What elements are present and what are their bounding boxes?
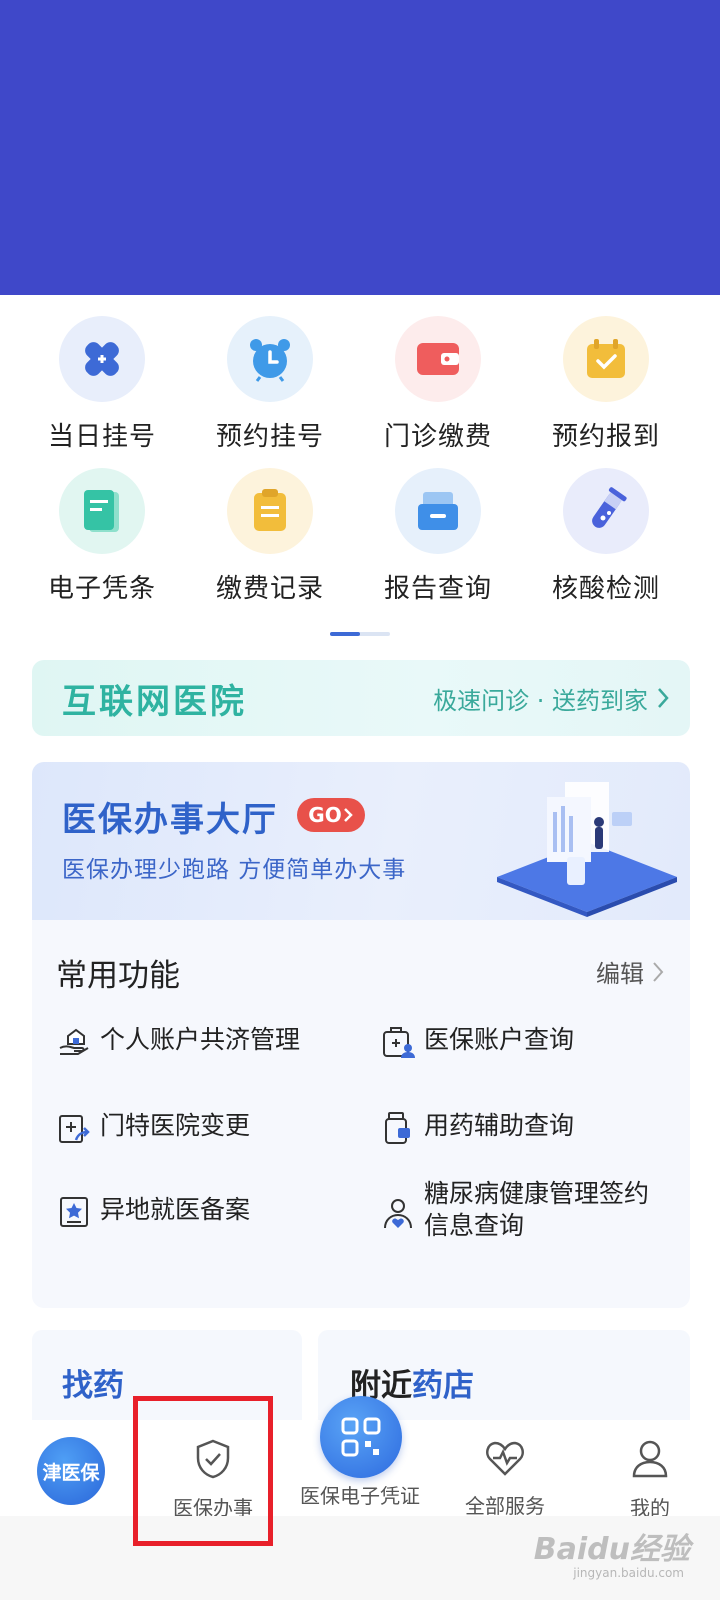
tianjin-insurance-logo[interactable]: 津医保 [37, 1437, 105, 1505]
chevron-right-icon [658, 688, 669, 708]
test-tube-icon [563, 468, 649, 554]
common-functions-title: 常用功能 [56, 958, 180, 994]
grid-item-appointment-registration[interactable]: 预约挂号 [184, 316, 356, 453]
page-indicator [330, 632, 390, 636]
grid-label: 预约报到 [551, 422, 660, 452]
grid-item-electronic-receipt[interactable]: 电子凭条 [16, 468, 188, 605]
receipt-icon [59, 468, 145, 554]
common-functions-panel: 常用功能 编辑 个人账户共济管理 医保账户查询 门特医院变更 用药辅助查询 异地… [32, 920, 690, 1308]
func-insurance-account-query[interactable]: 医保账户查询 [380, 1024, 574, 1060]
page-indicator-active [330, 632, 360, 636]
edit-button[interactable]: 编辑 [596, 954, 664, 989]
grid-label: 当日挂号 [47, 422, 156, 452]
grid-label: 预约挂号 [215, 422, 324, 452]
office-illustration [497, 782, 677, 917]
grid-label: 核酸检测 [551, 574, 660, 604]
go-badge[interactable]: GO [297, 798, 365, 832]
grid-label: 电子凭条 [47, 574, 156, 604]
func-label: 异地就医备案 [100, 1195, 251, 1224]
hand-house-icon [59, 1028, 89, 1055]
internet-hospital-subtitle: 极速问诊 · 送药到家 [433, 681, 670, 716]
grid-item-payment-records[interactable]: 缴费记录 [184, 468, 356, 605]
go-badge-label: GO [308, 803, 342, 827]
func-personal-account-mutual-aid[interactable]: 个人账户共济管理 [56, 1024, 300, 1060]
tab-all-services[interactable]: 全部服务 [435, 1438, 575, 1519]
func-label: 糖尿病健康管理签约信息查询 [424, 1179, 650, 1240]
nearby-pharmacy-title-b: 药店 [412, 1368, 474, 1404]
medicine-bottle-icon [385, 1112, 410, 1144]
grid-label: 门诊缴费 [383, 422, 492, 452]
func-label: 个人账户共济管理 [100, 1025, 301, 1054]
insurance-office-banner[interactable]: 医保办事大厅 GO 医保办理少跑路 方便简单办大事 [32, 762, 690, 920]
header-banner [0, 0, 720, 295]
report-tray-icon [395, 468, 481, 554]
grid-item-appointment-checkin[interactable]: 预约报到 [520, 316, 692, 453]
user-icon [632, 1440, 668, 1478]
highlight-annotation-box [133, 1396, 273, 1546]
wallet-icon [395, 316, 481, 402]
calendar-check-icon [563, 316, 649, 402]
medical-kit-user-icon [383, 1027, 415, 1058]
chevron-right-icon [653, 961, 664, 982]
grid-label: 报告查询 [383, 574, 492, 604]
func-out-of-town-medical-filing[interactable]: 异地就医备案 [56, 1194, 250, 1230]
grid-item-same-day-registration[interactable]: 当日挂号 [16, 316, 188, 453]
hospital-transfer-icon [59, 1115, 90, 1143]
star-document-icon [60, 1197, 88, 1227]
clipboard-icon [227, 468, 313, 554]
grid-item-nucleic-acid-test[interactable]: 核酸检测 [520, 468, 692, 605]
tab-mine[interactable]: 我的 [580, 1438, 720, 1521]
tab-label: 全部服务 [465, 1494, 545, 1518]
func-label: 用药辅助查询 [424, 1111, 575, 1140]
internet-hospital-title: 互联网医院 [62, 681, 247, 722]
heart-pulse-icon [486, 1441, 524, 1476]
qr-code-button[interactable] [320, 1396, 402, 1478]
qr-code-icon [341, 1417, 381, 1457]
func-medication-assist-query[interactable]: 用药辅助查询 [380, 1110, 574, 1146]
grid-item-outpatient-payment[interactable]: 门诊缴费 [352, 316, 524, 453]
office-banner-title: 医保办事大厅 [62, 800, 278, 840]
internet-hospital-banner[interactable]: 互联网医院 极速问诊 · 送药到家 [32, 660, 690, 736]
grid-label: 缴费记录 [215, 574, 324, 604]
office-banner-subtitle: 医保办理少跑路 方便简单办大事 [62, 857, 407, 883]
grid-item-report-query[interactable]: 报告查询 [352, 468, 524, 605]
edit-label: 编辑 [596, 960, 644, 988]
internet-hospital-subtitle-text: 极速问诊 · 送药到家 [433, 686, 648, 715]
alarm-clock-icon [227, 316, 313, 402]
tab-label: 医保电子凭证 [300, 1484, 420, 1508]
medical-cross-icon [59, 316, 145, 402]
func-label: 医保账户查询 [424, 1025, 575, 1054]
chevron-right-icon [343, 808, 353, 822]
baidu-watermark-url: jingyan.baidu.com [573, 1566, 684, 1580]
func-diabetes-health-management-query[interactable]: 糖尿病健康管理签约信息查询 [380, 1178, 670, 1242]
func-label: 门特医院变更 [100, 1111, 251, 1140]
find-medicine-title: 找药 [62, 1368, 124, 1404]
baidu-watermark: Baidu经验 [533, 1532, 690, 1567]
func-special-hospital-change[interactable]: 门特医院变更 [56, 1110, 250, 1146]
person-heart-icon [384, 1199, 412, 1229]
